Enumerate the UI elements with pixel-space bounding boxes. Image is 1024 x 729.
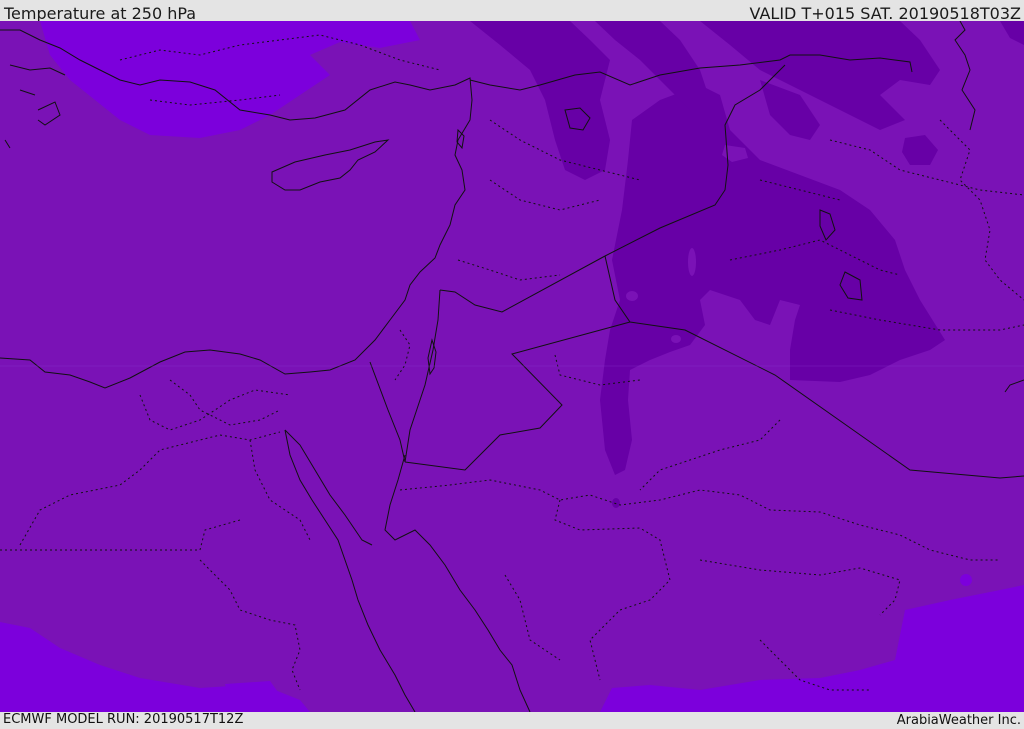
cold-region-dot: [612, 498, 620, 508]
warm-blob-3: [671, 335, 681, 343]
map-header: Temperature at 250 hPa VALID T+015 SAT. …: [0, 0, 1024, 23]
model-run-label: ECMWF MODEL RUN: 20190517T12Z: [3, 712, 244, 727]
warm-region-dot: [960, 574, 972, 586]
warm-blob-1: [688, 248, 696, 276]
credit-label: ArabiaWeather Inc.: [896, 713, 1021, 728]
temperature-map: [0, 21, 1024, 712]
warm-blob-2: [626, 291, 638, 301]
map-footer: ECMWF MODEL RUN: 20190517T12Z ArabiaWeat…: [0, 712, 1024, 729]
